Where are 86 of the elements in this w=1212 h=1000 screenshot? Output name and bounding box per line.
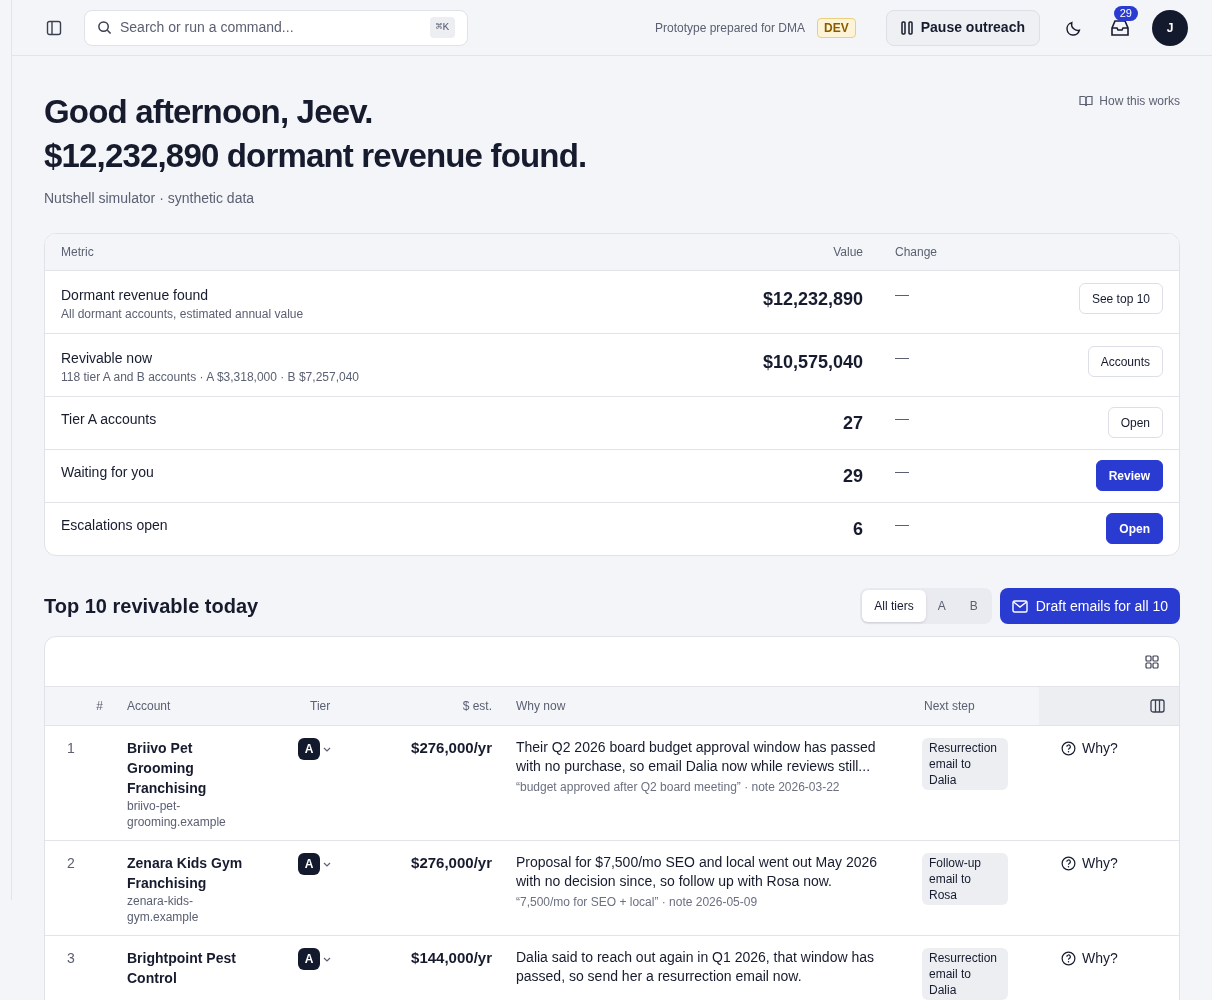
tier-badge: A (298, 948, 320, 970)
metric-label: Escalations open (61, 516, 169, 535)
why-now-text: Dalia said to reach out again in Q1 2026, that window has passed, so send her a resurrection email now. (516, 948, 875, 986)
chevron-down-icon[interactable] (323, 747, 331, 752)
column-header: $ est. (461, 698, 492, 715)
estimate-value: $276,000/yr (410, 738, 492, 758)
metric-label: Dormant revenue found (61, 286, 210, 305)
how-this-works-link[interactable]: How this works (1079, 92, 1180, 110)
column-header: Metric (61, 244, 95, 261)
why-button[interactable]: Why? (1039, 738, 1179, 758)
column-header: Next step (923, 698, 976, 715)
shortcut-hint: ⌘K (429, 17, 455, 38)
notification-count: 29 (1113, 5, 1138, 21)
source-note: “7,500/mo for SEO + local” · note 2026-05-09 (516, 894, 759, 911)
account-name: Zenara Kids Gym Franchising (127, 854, 244, 893)
action-button[interactable]: See top 10 (1078, 283, 1163, 314)
metric-value: $10,575,040 (761, 352, 863, 372)
metric-value: 29 (841, 466, 863, 486)
change-value: — (894, 285, 910, 303)
metric-value: 27 (841, 413, 863, 433)
column-header: # (95, 698, 104, 715)
tier-filter-tab[interactable]: A (925, 590, 958, 622)
greeting: Good afternoon, Jeev. (44, 92, 374, 132)
change-value: — (894, 515, 910, 533)
metric-value: $12,232,890 (761, 289, 863, 309)
draft-emails-button[interactable]: Draft emails for all 10 (999, 588, 1180, 624)
search-icon (97, 20, 112, 35)
column-header: Tier (309, 698, 332, 715)
primary-action-button[interactable]: Review (1095, 460, 1163, 491)
change-value: — (894, 409, 910, 427)
help-circle-icon (1061, 740, 1076, 756)
tier-filter-tab[interactable]: All tiers (862, 590, 926, 622)
metric-label: Waiting for you (61, 463, 155, 482)
source-note: “budget approved after Q2 board meeting” · note 2026-03-22 (516, 779, 841, 796)
book-icon (1079, 95, 1094, 107)
help-circle-icon (1061, 950, 1076, 966)
metric-detail: All dormant accounts, estimated annual value (61, 306, 305, 323)
tier-badge: A (298, 738, 320, 760)
search-field[interactable]: Search or run a command... (120, 17, 422, 38)
why-now-text: Proposal for $7,500/mo SEO and local went out May 2026 with no decision since, so follow up with Rosa now. (516, 853, 879, 891)
account-name: Briivo Pet Grooming Franchising (127, 739, 208, 798)
metric-label: Revivable now (61, 349, 154, 368)
inbox-icon[interactable] (1110, 18, 1130, 37)
mail-icon (1011, 599, 1028, 613)
tier-filter-tab[interactable]: B (957, 590, 990, 622)
pause-icon (900, 20, 913, 35)
column-header: Change (894, 244, 939, 261)
row-number: 2 (66, 854, 76, 873)
column-header: Value (832, 244, 863, 261)
tier-badge: A (298, 853, 320, 875)
next-step-tag: Resurrection email to Dalia (922, 738, 1008, 790)
account-domain: briivo-pet-grooming.example (127, 798, 227, 830)
metric-detail: 118 tier A and B accounts · A $3,318,000 · B $7,257,040 (61, 369, 360, 386)
action-button[interactable]: Accounts (1087, 346, 1163, 377)
estimate-value: $276,000/yr (410, 853, 492, 873)
why-button[interactable]: Why? (1039, 853, 1179, 873)
chevron-down-icon[interactable] (323, 957, 331, 962)
metric-value: 6 (852, 519, 863, 539)
account-name: Brightpoint Pest Control (127, 949, 237, 988)
column-header: Why now (515, 698, 567, 715)
estimate-value: $144,000/yr (410, 948, 492, 968)
help-circle-icon (1061, 855, 1076, 871)
headline: $12,232,890 dormant revenue found. (44, 136, 587, 176)
why-button[interactable]: Why? (1039, 948, 1179, 968)
grid-view-icon[interactable] (1145, 654, 1159, 669)
section-title: Top 10 revivable today (44, 594, 260, 619)
account-domain: zenara-kids-gym.example (127, 893, 200, 925)
metric-label: Tier A accounts (61, 410, 158, 429)
column-header: Account (127, 698, 172, 715)
search-box[interactable]: Search or run a command... ⌘K (84, 9, 468, 46)
change-value: — (894, 462, 910, 480)
subtitle: Nutshell simulator · synthetic data (44, 189, 256, 208)
prototype-note: Prototype prepared for DMA (654, 19, 806, 37)
row-number: 3 (66, 949, 76, 968)
next-step-tag: Resurrection email to Dalia (922, 948, 1008, 1000)
next-step-tag: Follow-up email to Rosa (922, 853, 1008, 905)
columns-icon[interactable] (1150, 699, 1165, 713)
change-value: — (894, 348, 910, 366)
user-avatar[interactable]: J (1152, 9, 1188, 46)
row-number: 1 (66, 739, 76, 758)
why-now-text: Their Q2 2026 board budget approval window has passed with no purchase, so email Dalia now while reviews still... (516, 738, 877, 776)
action-button[interactable]: Open (1107, 407, 1163, 438)
env-badge: DEV (817, 17, 856, 38)
chevron-down-icon[interactable] (323, 862, 331, 867)
primary-action-button[interactable]: Open (1106, 513, 1163, 544)
pause-outreach-button[interactable]: Pause outreach (885, 9, 1040, 46)
